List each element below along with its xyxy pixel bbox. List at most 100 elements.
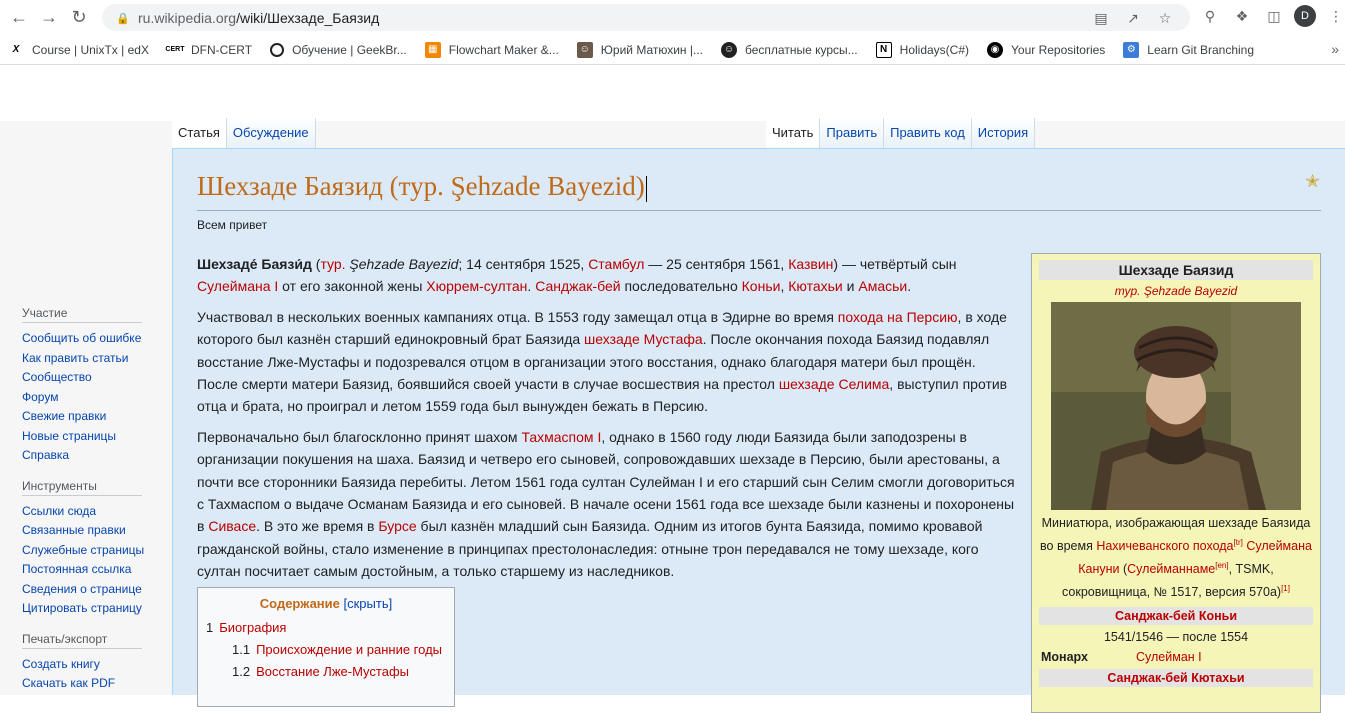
text: — 25 сентября 1561, (644, 256, 789, 272)
sidebar-link[interactable]: Постоянная ссылка (22, 560, 162, 580)
link-hurrem[interactable]: Хюррем-султан (426, 278, 527, 294)
toc-item[interactable]: 1.2 Восстание Лже-Мустафы (206, 661, 446, 683)
toc-label: Происхождение и ранние годы (256, 642, 443, 657)
toc-label: Биография (219, 620, 287, 635)
bookmarks-overflow-icon[interactable]: » (1331, 41, 1339, 57)
sidebar-link[interactable]: Создать книгу (22, 655, 162, 675)
paragraph-persia: Первоначально был благосклонно принят ша… (197, 426, 1017, 583)
sidebar-link[interactable]: Служебные страницы (22, 541, 162, 561)
bookmark-star-icon[interactable]: ☆ (1154, 7, 1176, 29)
sidebar-link[interactable]: Скачать как PDF (22, 674, 162, 694)
tab-read[interactable]: Читать (766, 118, 821, 148)
link-sanjak-bey[interactable]: Санджак-бей (535, 278, 620, 294)
sidebar-link[interactable]: Справка (22, 446, 162, 466)
toc-toggle[interactable]: [скрыть] (344, 596, 393, 611)
bookmark-item[interactable]: ▦ Flowchart Maker &... (424, 41, 559, 58)
link-suleiman[interactable]: Сулеймана I (197, 278, 278, 294)
bookmark-label: Flowchart Maker &... (448, 42, 559, 57)
sidebar-link[interactable]: Цитировать страницу (22, 599, 162, 619)
link-turkish[interactable]: тур. (320, 256, 345, 272)
paragraph-campaigns: Участвовал в нескольких военных кампания… (197, 306, 1017, 418)
portrait-caption: Миниатюра, изображающая шехзаде Баязида … (1039, 514, 1313, 602)
bookmark-item[interactable]: Обучение | GeekBr... (270, 42, 407, 57)
sidebar-link[interactable]: Сведения о странице (22, 580, 162, 600)
extensions-puzzle-icon[interactable]: ❖ (1230, 4, 1254, 28)
infobox-original-name: тур. Şehzade Bayezid (1114, 284, 1238, 298)
profile-avatar[interactable]: D (1294, 5, 1316, 27)
bookmark-label: DFN-CERT (190, 42, 253, 57)
back-icon[interactable]: ← (4, 3, 34, 33)
link-suleymanname[interactable]: Сулейманнаме (1127, 562, 1215, 576)
tab-edit-source[interactable]: Править код (884, 118, 972, 148)
infobox-label: Монарх (1041, 650, 1088, 665)
toc-number: 1.1 (232, 642, 251, 657)
git-icon: ⚙ (1123, 41, 1140, 58)
sidebar: Участие Сообщить об ошибке Как править с… (22, 306, 162, 707)
link-selim[interactable]: шехзаде Селима (779, 376, 889, 392)
side-panel-icon[interactable]: ◫ (1262, 4, 1286, 28)
link-sivas[interactable]: Сивасе (208, 518, 256, 534)
url-text: ru.wikipedia.org/wiki/Шехзаде_Баязид (138, 10, 379, 26)
share-icon[interactable]: ↗ (1122, 7, 1144, 29)
infobox-section-konya[interactable]: Санджак-бей Коньи (1039, 607, 1313, 626)
bookmark-item[interactable]: N Holidays(C#) (875, 41, 969, 58)
bookmark-item[interactable]: ◉ Your Repositories (987, 41, 1105, 58)
browser-toolbar: ← → ↻ 🔒 ru.wikipedia.org/wiki/Шехзаде_Ба… (0, 0, 1345, 35)
bookmark-item[interactable]: ⚙ Learn Git Branching (1123, 41, 1254, 58)
portlet-heading: Инструменты (22, 479, 142, 496)
bookmark-item[interactable]: ☺ бесплатные курсы... (721, 41, 858, 58)
tab-history[interactable]: История (971, 118, 1036, 148)
sidebar-link[interactable]: Сообщество (22, 368, 162, 388)
sidebar-link[interactable]: Ссылки сюда (22, 502, 162, 522)
forward-icon[interactable]: → (34, 3, 64, 33)
text: Участвовал в нескольких военных кампания… (197, 308, 838, 325)
sidebar-link[interactable]: Сообщить об ошибке (22, 329, 162, 349)
link-monarch[interactable]: Сулейман I (1136, 650, 1202, 664)
flowchart-icon: ▦ (424, 41, 441, 58)
tab-talk[interactable]: Обсуждение (226, 118, 316, 148)
ref-tr[interactable]: [tr] (1234, 538, 1243, 547)
menu-kebab-icon[interactable]: ⋮ (1324, 4, 1345, 28)
infobox-section-kutahya[interactable]: Санджак-бей Кютахьи (1039, 669, 1313, 688)
translate-icon[interactable]: ▤ (1090, 7, 1112, 29)
link-amasya[interactable]: Амасьи (858, 278, 907, 294)
link-mustafa[interactable]: шехзаде Мустафа (584, 331, 703, 347)
bookmark-item[interactable]: CERT DFN-CERT (165, 42, 253, 58)
tab-article[interactable]: Статья (172, 118, 227, 148)
sidebar-link[interactable]: Форум (22, 388, 162, 408)
portlet-heading: Участие (22, 306, 142, 323)
toc-item[interactable]: 1 Биография (206, 617, 446, 639)
link-istanbul[interactable]: Стамбул (588, 256, 644, 272)
toc-label: Восстание Лже-Мустафы (256, 664, 409, 679)
link-tahmasp[interactable]: Тахмаспом I (521, 429, 601, 445)
watch-star-icon[interactable]: ✭ (1305, 171, 1320, 192)
text: и (842, 278, 859, 295)
ref-en[interactable]: [en] (1215, 561, 1228, 570)
bookmark-label: Юрий Матюхин |... (600, 42, 704, 57)
sidebar-link[interactable]: Свежие правки (22, 407, 162, 427)
page-header-area (0, 66, 1345, 121)
text: . (907, 278, 912, 295)
sidebar-link[interactable]: Как править статьи (22, 349, 162, 369)
link-persian-campaign[interactable]: похода на Персию (838, 309, 958, 325)
link-nakhchivan-campaign[interactable]: Нахичеванского похода (1096, 539, 1233, 553)
infobox: Шехзаде Баязид тур. Şehzade Bayezid Мини… (1031, 253, 1321, 713)
link-bursa[interactable]: Бурсе (378, 518, 416, 534)
portrait-image[interactable] (1051, 302, 1301, 510)
link-kutahya[interactable]: Кютахьи (788, 278, 843, 294)
bookmark-item[interactable]: X Course | UnixTx | edX (8, 42, 149, 58)
sidebar-link[interactable]: Новые страницы (22, 427, 162, 447)
reload-icon[interactable]: ↻ (64, 3, 94, 33)
link-konya[interactable]: Коньи (742, 278, 781, 294)
link-kazvin[interactable]: Казвин (788, 256, 833, 272)
bookmark-item[interactable]: ☺ Юрий Матюхин |... (576, 41, 704, 58)
infobox-period: 1541/1546 — после 1554 (1103, 630, 1249, 645)
sidebar-link[interactable]: Связанные правки (22, 521, 162, 541)
tab-edit[interactable]: Править (820, 118, 885, 148)
page-title[interactable]: Шехзаде Баязид (тур. Şehzade Bayezid) (197, 171, 1321, 211)
ref-1[interactable]: [1] (1281, 584, 1290, 593)
extension-search-icon[interactable]: ⚲ (1198, 4, 1222, 28)
url-path: /wiki/Шехзаде_Баязид (236, 9, 380, 26)
toc-item[interactable]: 1.1 Происхождение и ранние годы (206, 639, 446, 661)
address-bar[interactable]: 🔒 ru.wikipedia.org/wiki/Шехзаде_Баязид ▤… (102, 4, 1190, 31)
